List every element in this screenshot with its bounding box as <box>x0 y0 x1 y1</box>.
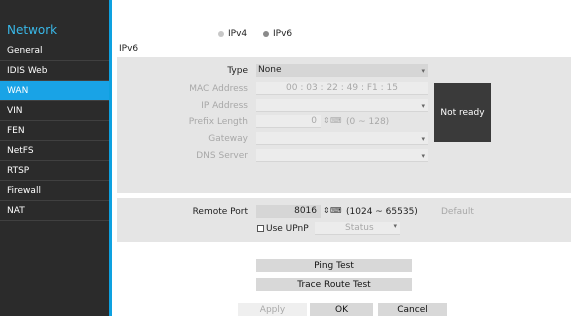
radio-dot-icon <box>263 31 269 37</box>
spinner-arrows-icon[interactable]: ⇕ <box>323 116 330 125</box>
upnp-status-field: Status ▾ <box>315 222 400 235</box>
radio-ipv6[interactable]: IPv6 <box>263 28 292 40</box>
dns-server-label: DNS Server <box>196 151 248 161</box>
apply-label: Apply <box>259 304 286 315</box>
ok-button[interactable]: OK <box>310 303 373 316</box>
ip-address-label: IP Address <box>201 101 248 111</box>
remote-port-label: Remote Port <box>192 207 248 217</box>
type-label: Type <box>227 66 248 76</box>
sidebar-item-label: FEN <box>7 126 25 136</box>
sidebar-item-label: IDIS Web <box>7 66 48 76</box>
ping-test-label: Ping Test <box>314 260 354 271</box>
mac-value: 00 : 03 : 22 : 49 : F1 : 15 <box>286 83 398 93</box>
sidebar-item-fen[interactable]: FEN <box>0 121 109 141</box>
upnp-status-label: Status <box>345 223 374 233</box>
section-title: IPv6 <box>119 44 139 54</box>
sidebar-title: Network <box>7 23 58 37</box>
ping-test-button[interactable]: Ping Test <box>256 259 412 272</box>
radio-dot-icon <box>218 31 224 37</box>
sidebar-item-idis-web[interactable]: IDIS Web <box>0 61 109 81</box>
ipv6-status-box: Not ready <box>434 83 491 142</box>
sidebar-item-wan[interactable]: WAN <box>0 81 109 101</box>
radio-ipv4[interactable]: IPv4 <box>218 28 247 40</box>
remote-port-range: (1024 ~ 65535) <box>346 207 418 217</box>
sidebar-item-vin[interactable]: VIN <box>0 101 109 121</box>
sidebar-item-label: VIN <box>7 106 23 116</box>
remote-port-field[interactable]: 8016 <box>256 205 321 218</box>
sidebar-item-label: NetFS <box>7 146 34 156</box>
keyboard-icon[interactable]: ⌨ <box>330 116 342 125</box>
keyboard-icon[interactable]: ⌨ <box>330 206 342 215</box>
type-value: None <box>258 65 282 75</box>
caret-down-icon: ▾ <box>421 135 425 143</box>
trace-route-test-button[interactable]: Trace Route Test <box>256 278 412 291</box>
dns-server-field[interactable]: ▾ <box>256 149 428 162</box>
use-upnp-label: Use UPnP <box>266 224 309 234</box>
sidebar-divider <box>109 0 112 316</box>
caret-down-icon: ▾ <box>421 102 425 110</box>
sidebar-item-label: NAT <box>7 206 25 216</box>
sidebar-item-label: General <box>7 46 43 56</box>
sidebar-item-netfs[interactable]: NetFS <box>0 141 109 161</box>
sidebar-item-general[interactable]: General <box>0 41 109 61</box>
trace-route-test-label: Trace Route Test <box>297 279 371 290</box>
checkbox-icon <box>257 225 264 232</box>
mac-label: MAC Address <box>189 84 248 94</box>
gateway-label: Gateway <box>208 134 248 144</box>
cancel-label: Cancel <box>397 304 428 315</box>
prefix-length-value: 0 <box>311 116 317 126</box>
type-select[interactable]: None ▾ <box>256 64 428 77</box>
radio-ipv4-label: IPv4 <box>228 29 248 39</box>
prefix-length-label: Prefix Length <box>188 117 248 127</box>
mac-field: 00 : 03 : 22 : 49 : F1 : 15 <box>256 82 428 95</box>
gateway-field[interactable]: ▾ <box>256 132 428 145</box>
prefix-range: (0 ~ 128) <box>346 117 390 127</box>
remote-panel <box>117 198 571 242</box>
default-button[interactable]: Default <box>441 207 474 217</box>
caret-down-icon: ▾ <box>421 67 425 75</box>
radio-ipv6-label: IPv6 <box>273 29 293 39</box>
sidebar-item-rtsp[interactable]: RTSP <box>0 161 109 181</box>
apply-button[interactable]: Apply <box>238 303 307 316</box>
sidebar: Network General IDIS Web WAN VIN FEN Net… <box>0 0 109 316</box>
sidebar-item-label: Firewall <box>7 186 41 196</box>
sidebar-item-firewall[interactable]: Firewall <box>0 181 109 201</box>
caret-down-icon: ▾ <box>421 152 425 160</box>
use-upnp-checkbox[interactable]: Use UPnP <box>257 224 309 234</box>
remote-port-value: 8016 <box>294 206 317 216</box>
ok-label: OK <box>335 304 348 315</box>
prefix-length-field[interactable]: 0 <box>256 115 321 128</box>
caret-down-icon: ▾ <box>393 222 397 230</box>
sidebar-item-label: RTSP <box>7 166 30 176</box>
cancel-button[interactable]: Cancel <box>378 303 447 316</box>
sidebar-item-nat[interactable]: NAT <box>0 201 109 221</box>
spinner-arrows-icon[interactable]: ⇕ <box>323 206 330 215</box>
sidebar-item-label: WAN <box>7 86 29 96</box>
ip-address-field[interactable]: ▾ <box>256 99 428 112</box>
